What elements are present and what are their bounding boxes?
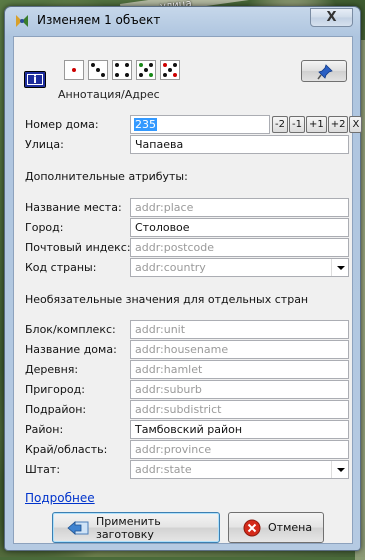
province-label: Край/область: <box>25 443 108 456</box>
step-minus2-button[interactable]: -2 <box>272 116 288 133</box>
chevron-down-icon[interactable] <box>331 461 348 478</box>
step-plus2-button[interactable]: +2 <box>327 116 349 133</box>
state-label: Штат: <box>25 463 61 476</box>
street-label: Улица: <box>25 138 64 151</box>
suburb-input[interactable]: addr:suburb <box>130 380 349 399</box>
province-input[interactable]: addr:province <box>130 440 349 459</box>
apply-preset-button[interactable]: Применить заготовку <box>52 512 220 543</box>
state-placeholder: addr:state <box>135 463 192 476</box>
subdistrict-label: Подрайон: <box>25 403 87 416</box>
subdistrict-input[interactable]: addr:subdistrict <box>130 400 349 419</box>
dice-four-icon <box>112 60 132 80</box>
city-label: Город: <box>25 221 64 234</box>
place-label: Название места: <box>25 201 122 214</box>
house-number-value: 235 <box>134 118 157 131</box>
suburb-label: Пригород: <box>25 383 85 396</box>
pin-preset-button[interactable] <box>301 60 347 82</box>
postcode-input[interactable]: addr:postcode <box>130 238 349 257</box>
district-input[interactable]: Тамбовский район <box>130 420 349 439</box>
house-number-input[interactable]: 235 <box>130 115 270 134</box>
preset-icons <box>64 60 180 80</box>
preset-caption: Аннотация/Адрес <box>58 88 160 101</box>
hamlet-input[interactable]: addr:hamlet <box>130 360 349 379</box>
housename-input[interactable]: addr:housename <box>130 340 349 359</box>
country-label: Код страны: <box>25 261 97 274</box>
country-row: Код страны: addr:country <box>14 258 354 277</box>
district-row: Район: Тамбовский район <box>14 420 354 439</box>
street-input[interactable]: Чапаева <box>130 135 349 154</box>
apply-preset-label: Применить заготовку <box>96 514 161 541</box>
city-row: Город: Столовое <box>14 218 354 237</box>
window-title: Изменяем 1 объект <box>37 13 161 27</box>
street-row: Улица: Чапаева <box>14 135 354 154</box>
optional-values-heading: Необязательные значения для отдельных ст… <box>25 293 309 306</box>
unit-input[interactable]: addr:unit <box>130 320 349 339</box>
unit-row: Блок/комплекс: addr:unit <box>14 320 354 339</box>
hamlet-row: Деревня: addr:hamlet <box>14 360 354 379</box>
dialog-content: i Аннотация/Адрес Номер дома: 235 -2 -1 … <box>13 36 363 544</box>
step-plus1-button[interactable]: +1 <box>305 116 327 133</box>
house-number-label: Номер дома: <box>25 118 99 131</box>
josm-icon <box>14 13 30 29</box>
cancel-icon <box>243 519 261 537</box>
postcode-row: Почтовый индекс: addr:postcode <box>14 238 354 257</box>
more-info-link[interactable]: Подробнее <box>25 491 95 505</box>
pin-icon <box>317 64 333 80</box>
cancel-label: Отмена <box>268 521 313 534</box>
dice-five-red-icon <box>160 60 180 80</box>
postcode-label: Почтовый индекс: <box>25 241 131 254</box>
house-number-steppers: -2 -1 +1 +2 X <box>272 116 363 133</box>
suburb-row: Пригород: addr:suburb <box>14 380 354 399</box>
housename-row: Название дома: addr:housename <box>14 340 354 359</box>
apply-preset-icon <box>67 520 89 536</box>
clear-house-number-button[interactable]: X <box>349 116 363 133</box>
extra-attributes-heading: Дополнительные атрибуты: <box>25 170 188 183</box>
place-input[interactable]: addr:place <box>130 198 349 217</box>
subdistrict-row: Подрайон: addr:subdistrict <box>14 400 354 419</box>
cancel-button[interactable]: Отмена <box>228 512 324 543</box>
dice-five-green-icon <box>136 60 156 80</box>
step-minus1-button[interactable]: -1 <box>288 116 305 133</box>
province-row: Край/область: addr:province <box>14 440 354 459</box>
district-label: Район: <box>25 423 64 436</box>
state-row: Штат: addr:state <box>14 460 354 479</box>
house-number-row: Номер дома: 235 -2 -1 +1 +2 X <box>14 115 363 134</box>
city-input[interactable]: Столовое <box>130 218 349 237</box>
title-bar[interactable]: Изменяем 1 объект X <box>5 7 360 33</box>
dice-one-icon <box>64 60 84 80</box>
place-row: Название места: addr:place <box>14 198 354 217</box>
edit-dialog: Изменяем 1 объект X i Аннотация/Адрес Но… <box>4 6 363 551</box>
state-combobox[interactable]: addr:state <box>130 460 349 479</box>
hamlet-label: Деревня: <box>25 363 79 376</box>
info-icon[interactable]: i <box>24 71 46 88</box>
chevron-down-icon[interactable] <box>331 259 348 276</box>
unit-label: Блок/комплекс: <box>25 323 116 336</box>
close-button[interactable]: X <box>310 8 353 27</box>
housename-label: Название дома: <box>25 343 117 356</box>
country-placeholder: addr:country <box>135 261 206 274</box>
country-combobox[interactable]: addr:country <box>130 258 349 277</box>
dice-three-icon <box>88 60 108 80</box>
